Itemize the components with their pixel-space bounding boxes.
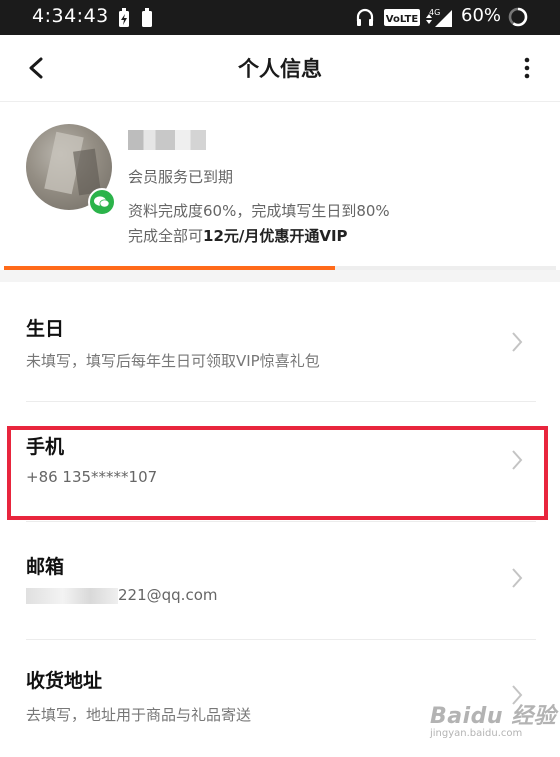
address-label: 收货地址 <box>26 670 103 692</box>
svg-text:4G: 4G <box>429 8 440 17</box>
chevron-right-icon <box>512 568 523 588</box>
chevron-right-icon <box>512 450 523 470</box>
phone-number: +86 135*****107 <box>26 468 158 486</box>
more-options-button[interactable] <box>520 53 534 83</box>
svg-text:VoLTE: VoLTE <box>386 14 419 25</box>
battery-percent: 60% <box>461 5 502 26</box>
birthday-label: 生日 <box>26 318 65 340</box>
baidu-watermark: Baidu 经验 jingyan.baidu.com <box>430 698 556 739</box>
profile-completion-text: 资料完成度60%，完成填写生日到80% <box>128 202 390 220</box>
volte-icon: VoLTE <box>384 9 420 30</box>
birthday-hint: 未填写，填写后每年生日可领取VIP惊喜礼包 <box>26 352 320 370</box>
phone-label: 手机 <box>26 436 65 458</box>
signal-icon: 4G <box>424 8 454 32</box>
username-blurred <box>128 130 206 150</box>
list-item-birthday[interactable]: 生日 未填写，填写后每年生日可领取VIP惊喜礼包 <box>0 282 560 402</box>
battery-ring-icon <box>507 6 529 32</box>
headphones-icon <box>356 8 374 32</box>
status-time: 4:34:43 <box>32 5 109 27</box>
list-item-email[interactable]: 邮箱 221@qq.com <box>0 522 560 640</box>
app-header: 个人信息 <box>0 35 560 102</box>
list-item-phone[interactable]: 手机 +86 135*****107 <box>0 402 560 522</box>
battery-small-icon <box>142 8 152 32</box>
chevron-right-icon <box>512 332 523 352</box>
profile-section: 会员服务已到期 资料完成度60%，完成填写生日到80% 完成全部可12元/月优惠… <box>0 102 560 269</box>
section-gap <box>0 270 560 282</box>
more-vertical-icon <box>524 57 530 79</box>
status-bar: 4:34:43 VoLTE 4G 60% <box>0 0 560 35</box>
wechat-icon <box>88 188 116 216</box>
address-hint: 去填写，地址用于商品与礼品寄送 <box>26 706 252 724</box>
membership-status: 会员服务已到期 <box>128 168 234 186</box>
vip-promo-highlight: 12元/月优惠开通VIP <box>203 227 348 245</box>
email-address: 221@qq.com <box>26 586 217 604</box>
email-label: 邮箱 <box>26 556 65 578</box>
page-title: 个人信息 <box>238 57 322 81</box>
watermark-main: Baidu 经验 <box>430 704 557 729</box>
vip-promo-text: 完成全部可12元/月优惠开通VIP <box>128 227 348 245</box>
charging-icon <box>118 8 130 32</box>
